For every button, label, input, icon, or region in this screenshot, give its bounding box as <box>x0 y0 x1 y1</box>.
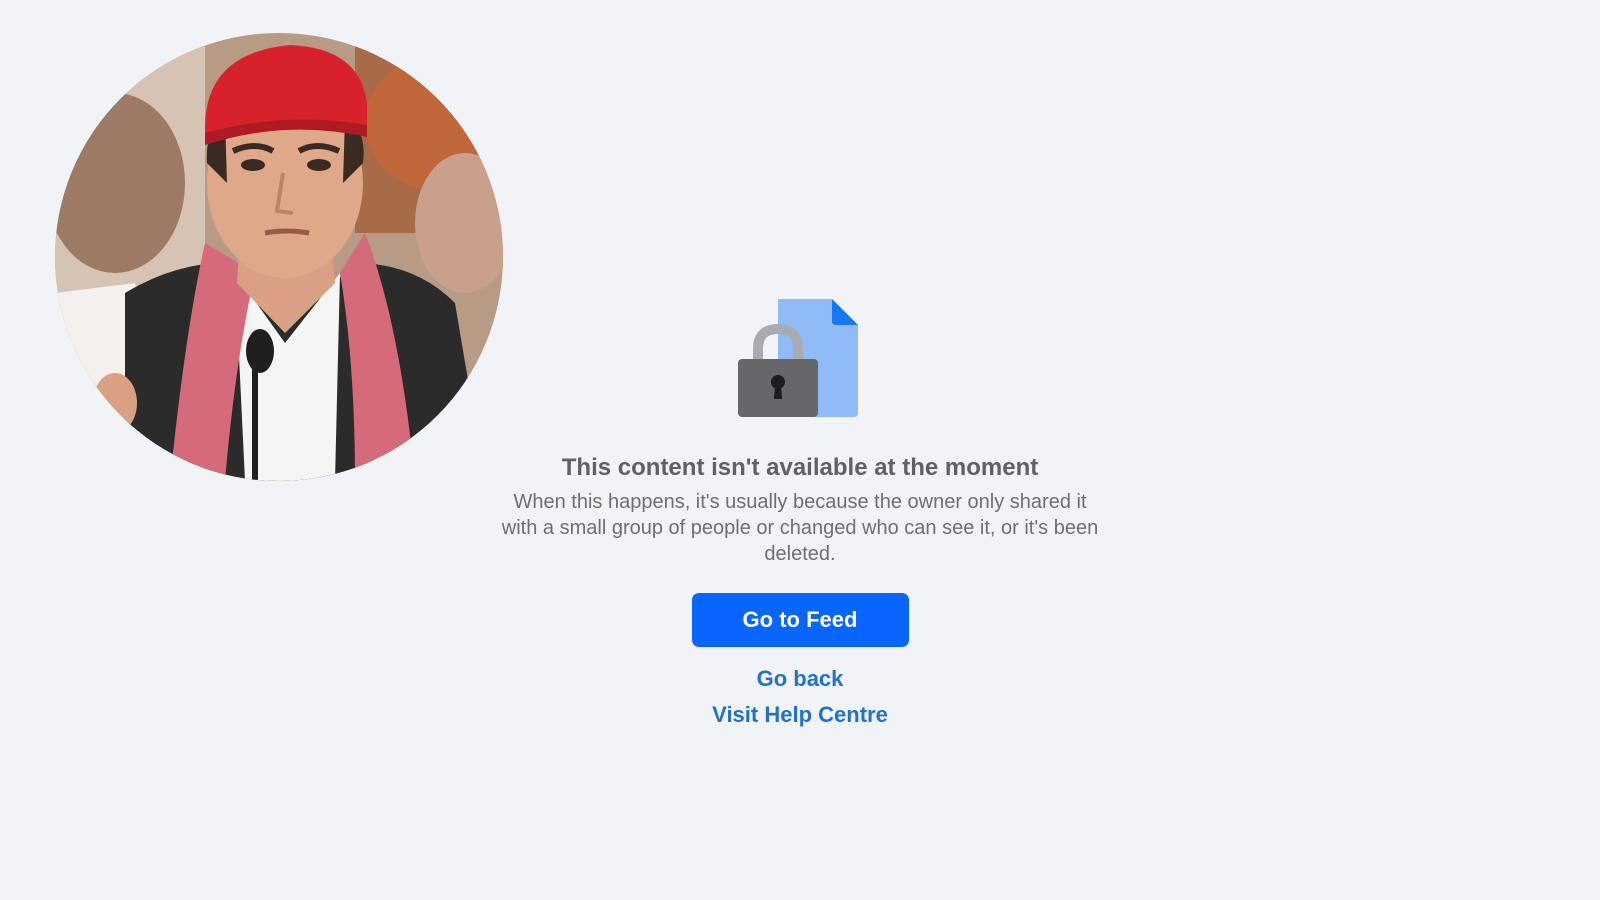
go-to-feed-button[interactable]: Go to Feed <box>691 593 909 647</box>
content-unavailable-panel: This content isn't available at the mome… <box>0 295 1600 733</box>
unavailable-description: When this happens, it's usually because … <box>501 491 1099 565</box>
locked-document-icon <box>738 299 858 417</box>
unavailable-title: This content isn't available at the mome… <box>561 454 1039 481</box>
visit-help-centre-link[interactable]: Visit Help Centre <box>712 697 888 733</box>
go-back-link[interactable]: Go back <box>757 661 844 697</box>
